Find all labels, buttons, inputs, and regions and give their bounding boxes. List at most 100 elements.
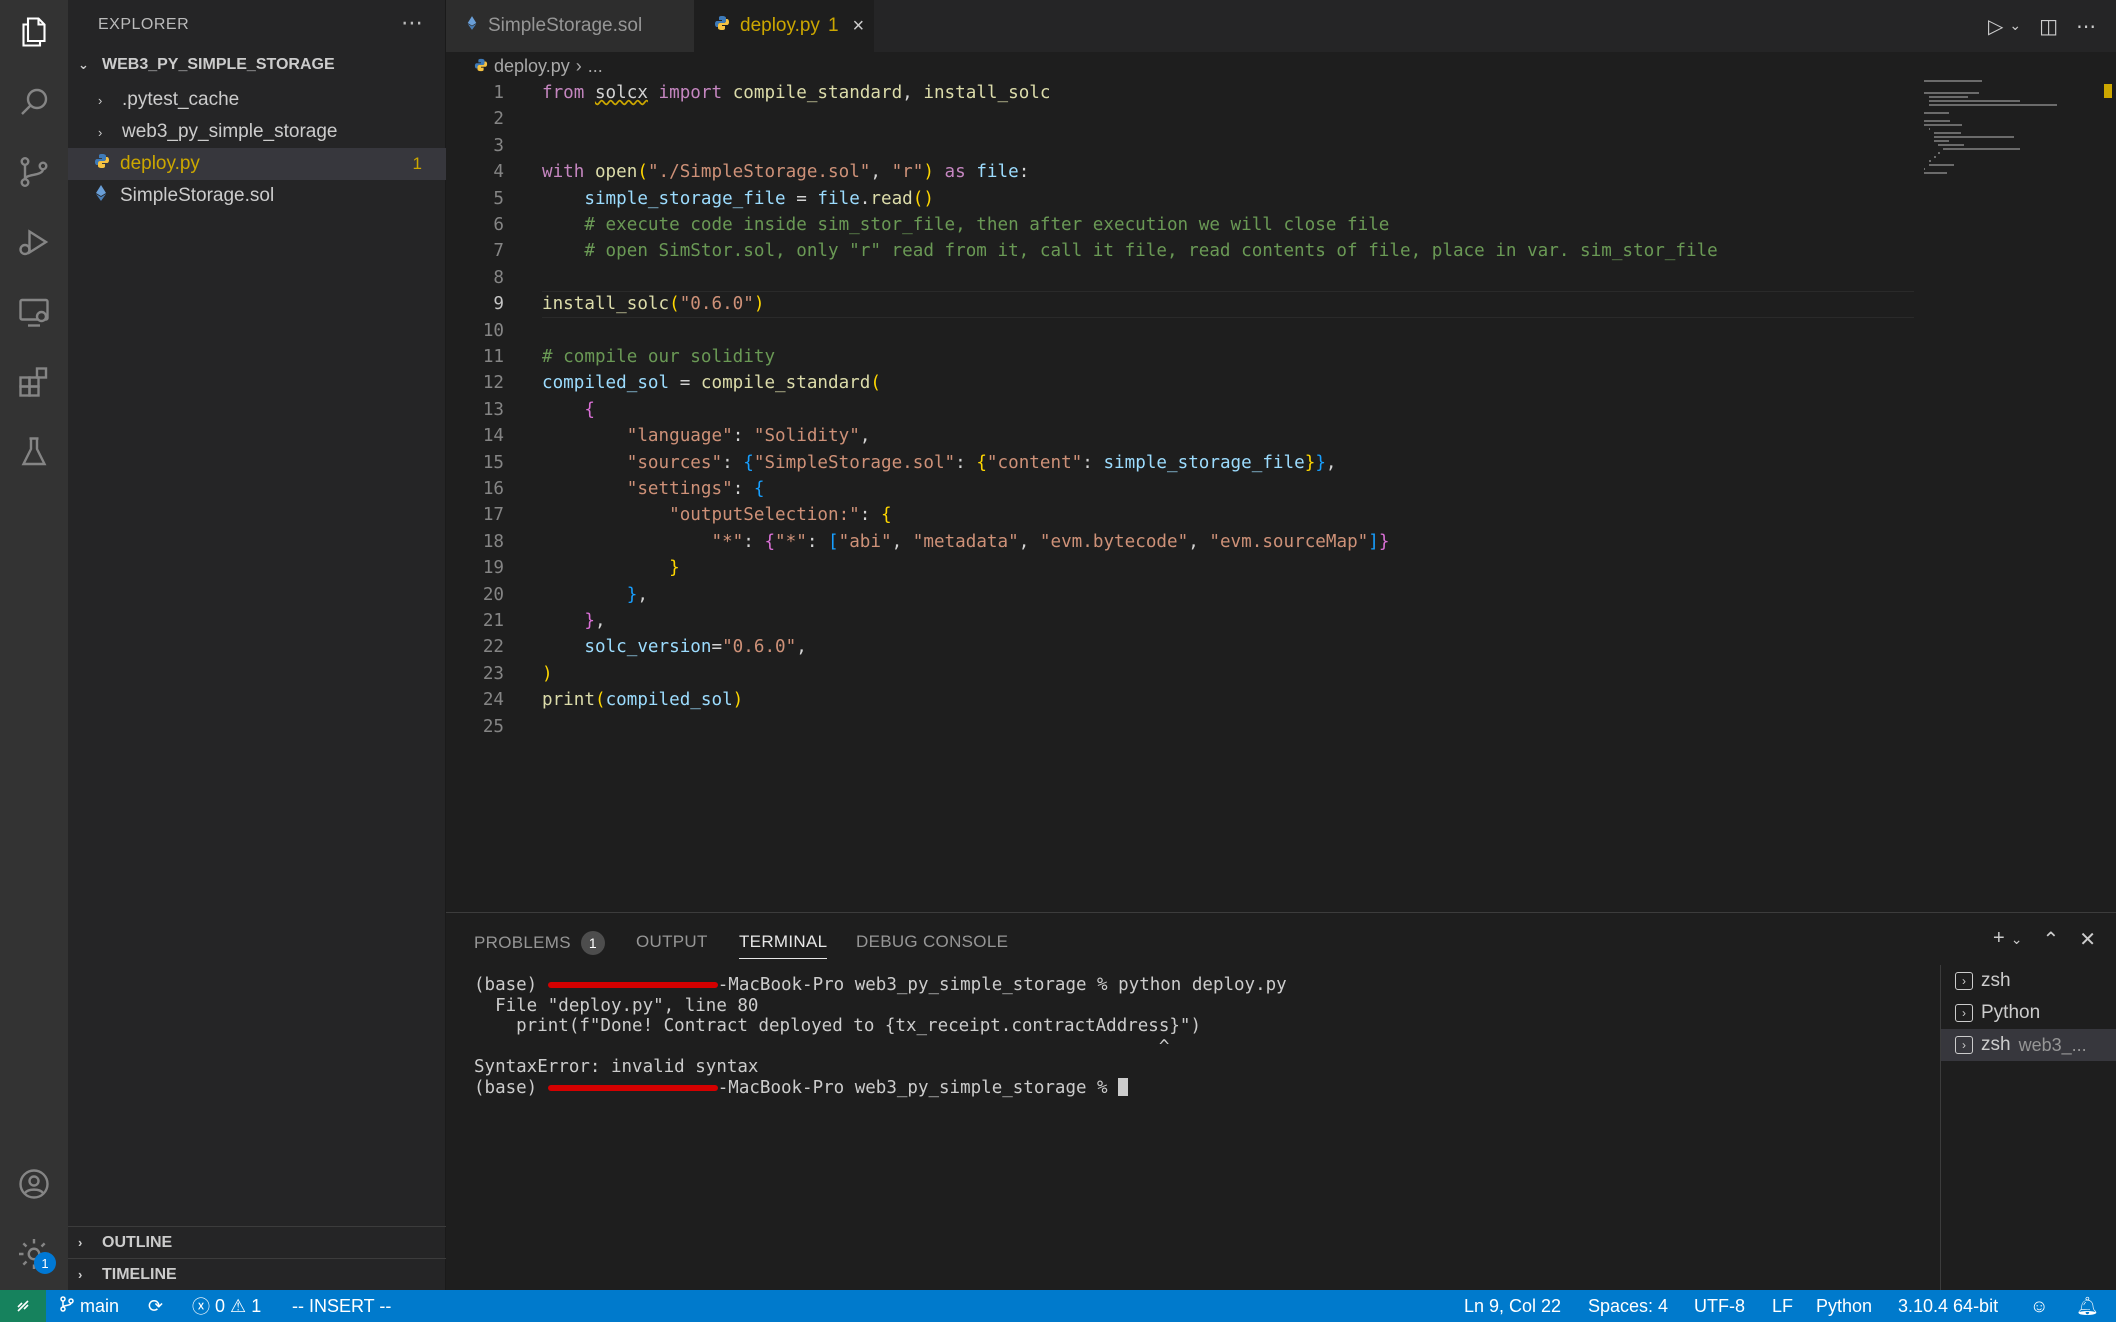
source-control-icon[interactable] (14, 152, 54, 192)
code-text: } (669, 558, 680, 579)
code-text: ) (542, 663, 553, 684)
account-icon[interactable] (14, 1164, 54, 1204)
new-terminal-icon[interactable]: + (1993, 927, 2005, 952)
search-icon[interactable] (14, 82, 54, 122)
code-editor[interactable]: 1 from solcx import compile_standard, ins… (446, 80, 1926, 910)
encoding[interactable]: UTF-8 (1694, 1290, 1745, 1322)
python-interpreter[interactable]: 3.10.4 64-bit (1898, 1290, 1998, 1322)
code-line[interactable]: 13 { (446, 397, 1916, 423)
line-number: 4 (493, 162, 504, 183)
code-line[interactable]: 10 (446, 318, 1916, 344)
breadcrumb-separator: › (575, 56, 582, 76)
sync-icon[interactable]: ⟳ (148, 1290, 163, 1322)
code-line[interactable]: 12 compiled_sol = compile_standard( (446, 370, 1916, 396)
code-line[interactable]: 19 } (446, 555, 1916, 581)
tree-item-simplestorage-sol[interactable]: SimpleStorage.sol (68, 180, 446, 212)
minimap-line (1938, 152, 1940, 154)
tab-simplestorage-sol[interactable]: SimpleStorage.sol (446, 0, 694, 52)
language-mode[interactable]: Python (1816, 1290, 1872, 1322)
tree-item-deploy-py[interactable]: deploy.py 1 (68, 148, 446, 180)
line-number: 10 (482, 320, 504, 341)
code-line[interactable]: 11 # compile our solidity (446, 344, 1916, 370)
code-line[interactable]: 1 from solcx import compile_standard, ins… (446, 80, 1916, 106)
code-line[interactable]: 25 (446, 714, 1916, 740)
code-line[interactable]: 6 # execute code inside sim_stor_file, t… (446, 212, 1916, 238)
more-actions-icon[interactable]: ⋯ (401, 10, 423, 36)
code-line[interactable]: 24 print(compiled_sol) (446, 687, 1916, 713)
close-panel-icon[interactable]: ✕ (2079, 927, 2096, 952)
split-editor-icon[interactable]: ◫ (2039, 14, 2058, 39)
run-dropdown-icon[interactable]: ⌄ (2009, 17, 2021, 39)
terminal-dropdown-icon[interactable]: ⌄ (2011, 931, 2023, 952)
code-line[interactable]: 3 (446, 133, 1916, 159)
run-file-icon[interactable]: ▷ (1988, 14, 2003, 39)
maximize-panel-icon[interactable]: ⌃ (2042, 927, 2059, 952)
code-text: { (584, 399, 595, 420)
terminal-item-python[interactable]: › Python (1941, 997, 2116, 1029)
code-line[interactable]: 5 simple_storage_file = file.read() (446, 186, 1916, 212)
more-editor-actions-icon[interactable]: ⋯ (2076, 14, 2096, 39)
notifications-bell-icon[interactable]: 🔔︎ (2076, 1290, 2099, 1322)
line-number: 7 (493, 241, 504, 262)
solidity-file-icon (94, 184, 114, 208)
extensions-icon[interactable] (14, 362, 54, 402)
line-number: 2 (493, 109, 504, 130)
end-of-line[interactable]: LF (1772, 1290, 1793, 1322)
code-text: with open("./SimpleStorage.sol", "r") as… (542, 162, 1030, 183)
chevron-right-icon: › (98, 92, 103, 108)
explorer-icon[interactable] (14, 12, 54, 52)
code-line[interactable]: 23) (446, 661, 1916, 687)
breadcrumb-file[interactable]: deploy.py (494, 56, 570, 77)
code-text: "sources": {"SimpleStorage.sol": {"conte… (626, 452, 1337, 473)
tab-problems[interactable]: PROBLEMS 1 (474, 931, 605, 955)
code-line[interactable]: 14 "language": "Solidity", (446, 423, 1916, 449)
minimap-line (1928, 100, 2020, 102)
feedback-icon[interactable]: ☺ (2030, 1290, 2048, 1322)
remote-explorer-icon[interactable] (14, 292, 54, 332)
code-line[interactable]: 20 }, (446, 582, 1916, 608)
outline-section[interactable]: › OUTLINE (68, 1226, 446, 1258)
code-line[interactable]: 18 "*": {"*": ["abi", "metadata", "evm.b… (446, 529, 1916, 555)
cursor-position[interactable]: Ln 9, Col 22 (1464, 1290, 1561, 1322)
problems-status[interactable]: ⓧ 0 ⚠ 1 (192, 1290, 261, 1322)
indentation[interactable]: Spaces: 4 (1588, 1290, 1668, 1322)
minimap-line (1928, 128, 1930, 130)
terminal-icon: › (1955, 1036, 1973, 1054)
tree-item-pytest-cache[interactable]: › .pytest_cache (68, 84, 446, 116)
code-text: compiled_sol = compile_standard( (542, 373, 881, 394)
minimap[interactable] (1924, 80, 2104, 180)
tree-item-web3-folder[interactable]: › web3_py_simple_storage (68, 116, 446, 148)
tab-terminal[interactable]: TERMINAL (739, 932, 828, 959)
code-text: # open SimStor.sol, only "r" read from i… (584, 241, 1718, 262)
breadcrumb-symbol[interactable]: ... (588, 56, 603, 77)
code-line[interactable]: 9 install_solc("0.6.0") (446, 291, 1916, 318)
remote-indicator-icon[interactable] (0, 1290, 46, 1322)
code-line[interactable]: 16 "settings": { (446, 476, 1916, 502)
branch-status[interactable]: main (60, 1290, 119, 1322)
close-tab-icon[interactable]: × (853, 15, 865, 38)
settings-badge: 1 (34, 1252, 56, 1274)
code-line[interactable]: 8 (446, 265, 1916, 291)
chevron-right-icon: › (78, 1267, 83, 1282)
terminal-item-zsh[interactable]: › zsh (1941, 965, 2116, 997)
testing-icon[interactable] (14, 432, 54, 472)
code-line[interactable]: 21 }, (446, 608, 1916, 634)
line-number: 12 (482, 373, 504, 394)
code-line[interactable]: 2 (446, 106, 1916, 132)
terminal-line: ^ (474, 1036, 1170, 1057)
tab-deploy-py[interactable]: deploy.py 1 × (694, 0, 874, 52)
minimap-line (1933, 156, 1936, 158)
timeline-section[interactable]: › TIMELINE (68, 1258, 446, 1290)
code-line[interactable]: 17 "outputSelection:": { (446, 502, 1916, 528)
project-folder[interactable]: ⌄ WEB3_PY_SIMPLE_STORAGE (78, 56, 335, 74)
code-line[interactable]: 7 # open SimStor.sol, only "r" read from… (446, 238, 1916, 264)
bottom-panel: PROBLEMS 1 OUTPUT TERMINAL DEBUG CONSOLE … (446, 912, 2116, 1291)
terminal-item-zsh-active[interactable]: › zsh web3_... (1941, 1029, 2116, 1061)
code-line[interactable]: 22 solc_version="0.6.0", (446, 634, 1916, 660)
code-line[interactable]: 15 "sources": {"SimpleStorage.sol": {"co… (446, 450, 1916, 476)
run-debug-icon[interactable] (14, 222, 54, 262)
code-line[interactable]: 4 with open("./SimpleStorage.sol", "r") a… (446, 159, 1916, 185)
terminal-output[interactable]: (base) -MacBook-Pro web3_py_simple_stora… (474, 975, 1287, 1098)
tab-debug-console[interactable]: DEBUG CONSOLE (856, 932, 1008, 952)
tab-output[interactable]: OUTPUT (636, 932, 708, 952)
